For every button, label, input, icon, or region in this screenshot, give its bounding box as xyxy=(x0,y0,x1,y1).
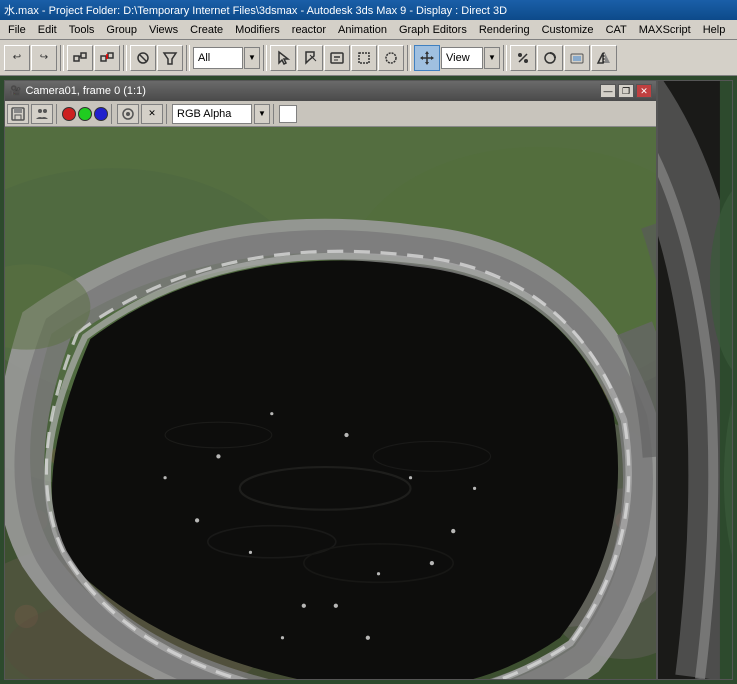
menu-graph-editors[interactable]: Graph Editors xyxy=(393,22,473,38)
camera-toolbar: ✕ RGB Alpha ▼ xyxy=(5,101,656,127)
title-text: 水.max - Project Folder: D:\Temporary Int… xyxy=(4,2,507,18)
redo-button[interactable]: ↪ xyxy=(31,45,57,71)
toolbar-separator-5 xyxy=(407,45,411,71)
toolbar-separator-3 xyxy=(186,45,190,71)
rgb-alpha-dropdown-arrow[interactable]: ▼ xyxy=(254,104,270,124)
menu-file[interactable]: File xyxy=(2,22,32,38)
camera-window-title: Camera01, frame 0 (1:1) xyxy=(25,85,145,97)
menu-group[interactable]: Group xyxy=(100,22,143,38)
red-circle-btn[interactable] xyxy=(62,107,76,121)
camera-display-toggle[interactable] xyxy=(117,104,139,124)
selection-filter-button[interactable] xyxy=(157,45,183,71)
bind-space-warp-button[interactable] xyxy=(130,45,156,71)
render-viewport xyxy=(5,127,656,679)
camera-restore-button[interactable]: ❐ xyxy=(618,84,634,98)
main-toolbar: ↩ ↪ All ▼ View ▼ xyxy=(0,40,737,76)
toolbar-separator-4 xyxy=(263,45,267,71)
cam-sep-3 xyxy=(166,104,169,124)
spinner-button[interactable] xyxy=(537,45,563,71)
toolbar-separator-6 xyxy=(503,45,507,71)
mirror-button[interactable] xyxy=(591,45,617,71)
menu-bar: File Edit Tools Group Views Create Modif… xyxy=(0,20,737,40)
blue-circle-btn[interactable] xyxy=(94,107,108,121)
select-object-button[interactable] xyxy=(270,45,296,71)
menu-rendering[interactable]: Rendering xyxy=(473,22,536,38)
menu-customize[interactable]: Customize xyxy=(536,22,600,38)
camera-save-icon[interactable] xyxy=(7,104,29,124)
title-bar: 水.max - Project Folder: D:\Temporary Int… xyxy=(0,0,737,20)
green-circle-btn[interactable] xyxy=(78,107,92,121)
select-move-button[interactable] xyxy=(414,45,440,71)
camera-titlebar-buttons: — ❐ ✕ xyxy=(600,84,652,98)
viewport-container: 🎥 Camera01, frame 0 (1:1) — ❐ ✕ xyxy=(0,76,737,684)
select-region-button[interactable] xyxy=(297,45,323,71)
menu-views[interactable]: Views xyxy=(143,22,184,38)
color-swatch[interactable] xyxy=(279,105,297,123)
camera-window: 🎥 Camera01, frame 0 (1:1) — ❐ ✕ xyxy=(4,80,657,680)
percent-snap-button[interactable] xyxy=(510,45,536,71)
undo-button[interactable]: ↩ xyxy=(4,45,30,71)
camera-close-btn[interactable]: ✕ xyxy=(141,104,163,124)
rect-select-button[interactable] xyxy=(351,45,377,71)
camera-close-button[interactable]: ✕ xyxy=(636,84,652,98)
camera-people-icon[interactable] xyxy=(31,104,53,124)
filter-dropdown[interactable]: All xyxy=(193,47,243,69)
menu-maxscript[interactable]: MAXScript xyxy=(633,22,697,38)
menu-reactor[interactable]: reactor xyxy=(286,22,332,38)
view-dropdown-arrow[interactable]: ▼ xyxy=(484,47,500,69)
render-scene xyxy=(5,127,656,679)
menu-modifiers[interactable]: Modifiers xyxy=(229,22,286,38)
menu-animation[interactable]: Animation xyxy=(332,22,393,38)
right-panel xyxy=(657,80,733,680)
menu-help[interactable]: Help xyxy=(697,22,732,38)
menu-edit[interactable]: Edit xyxy=(32,22,63,38)
right-viewport-top xyxy=(657,80,733,680)
view-dropdown[interactable]: View xyxy=(441,47,483,69)
cam-sep-1 xyxy=(56,104,59,124)
toolbar-separator-2 xyxy=(123,45,127,71)
select-link-button[interactable] xyxy=(67,45,93,71)
camera-window-icon: 🎥 xyxy=(9,86,21,97)
menu-cat[interactable]: CAT xyxy=(600,22,633,38)
unlink-button[interactable] xyxy=(94,45,120,71)
menu-create[interactable]: Create xyxy=(184,22,229,38)
menu-tools[interactable]: Tools xyxy=(63,22,101,38)
select-by-name-button[interactable] xyxy=(324,45,350,71)
camera-minimize-button[interactable]: — xyxy=(600,84,616,98)
render-button[interactable] xyxy=(564,45,590,71)
lasso-select-button[interactable] xyxy=(378,45,404,71)
filter-dropdown-arrow[interactable]: ▼ xyxy=(244,47,260,69)
cam-sep-4 xyxy=(273,104,276,124)
cam-sep-2 xyxy=(111,104,114,124)
main-area: 🎥 Camera01, frame 0 (1:1) — ❐ ✕ xyxy=(0,76,737,684)
rgb-alpha-dropdown[interactable]: RGB Alpha xyxy=(172,104,252,124)
camera-titlebar: 🎥 Camera01, frame 0 (1:1) — ❐ ✕ xyxy=(5,81,656,101)
toolbar-separator-1 xyxy=(60,45,64,71)
